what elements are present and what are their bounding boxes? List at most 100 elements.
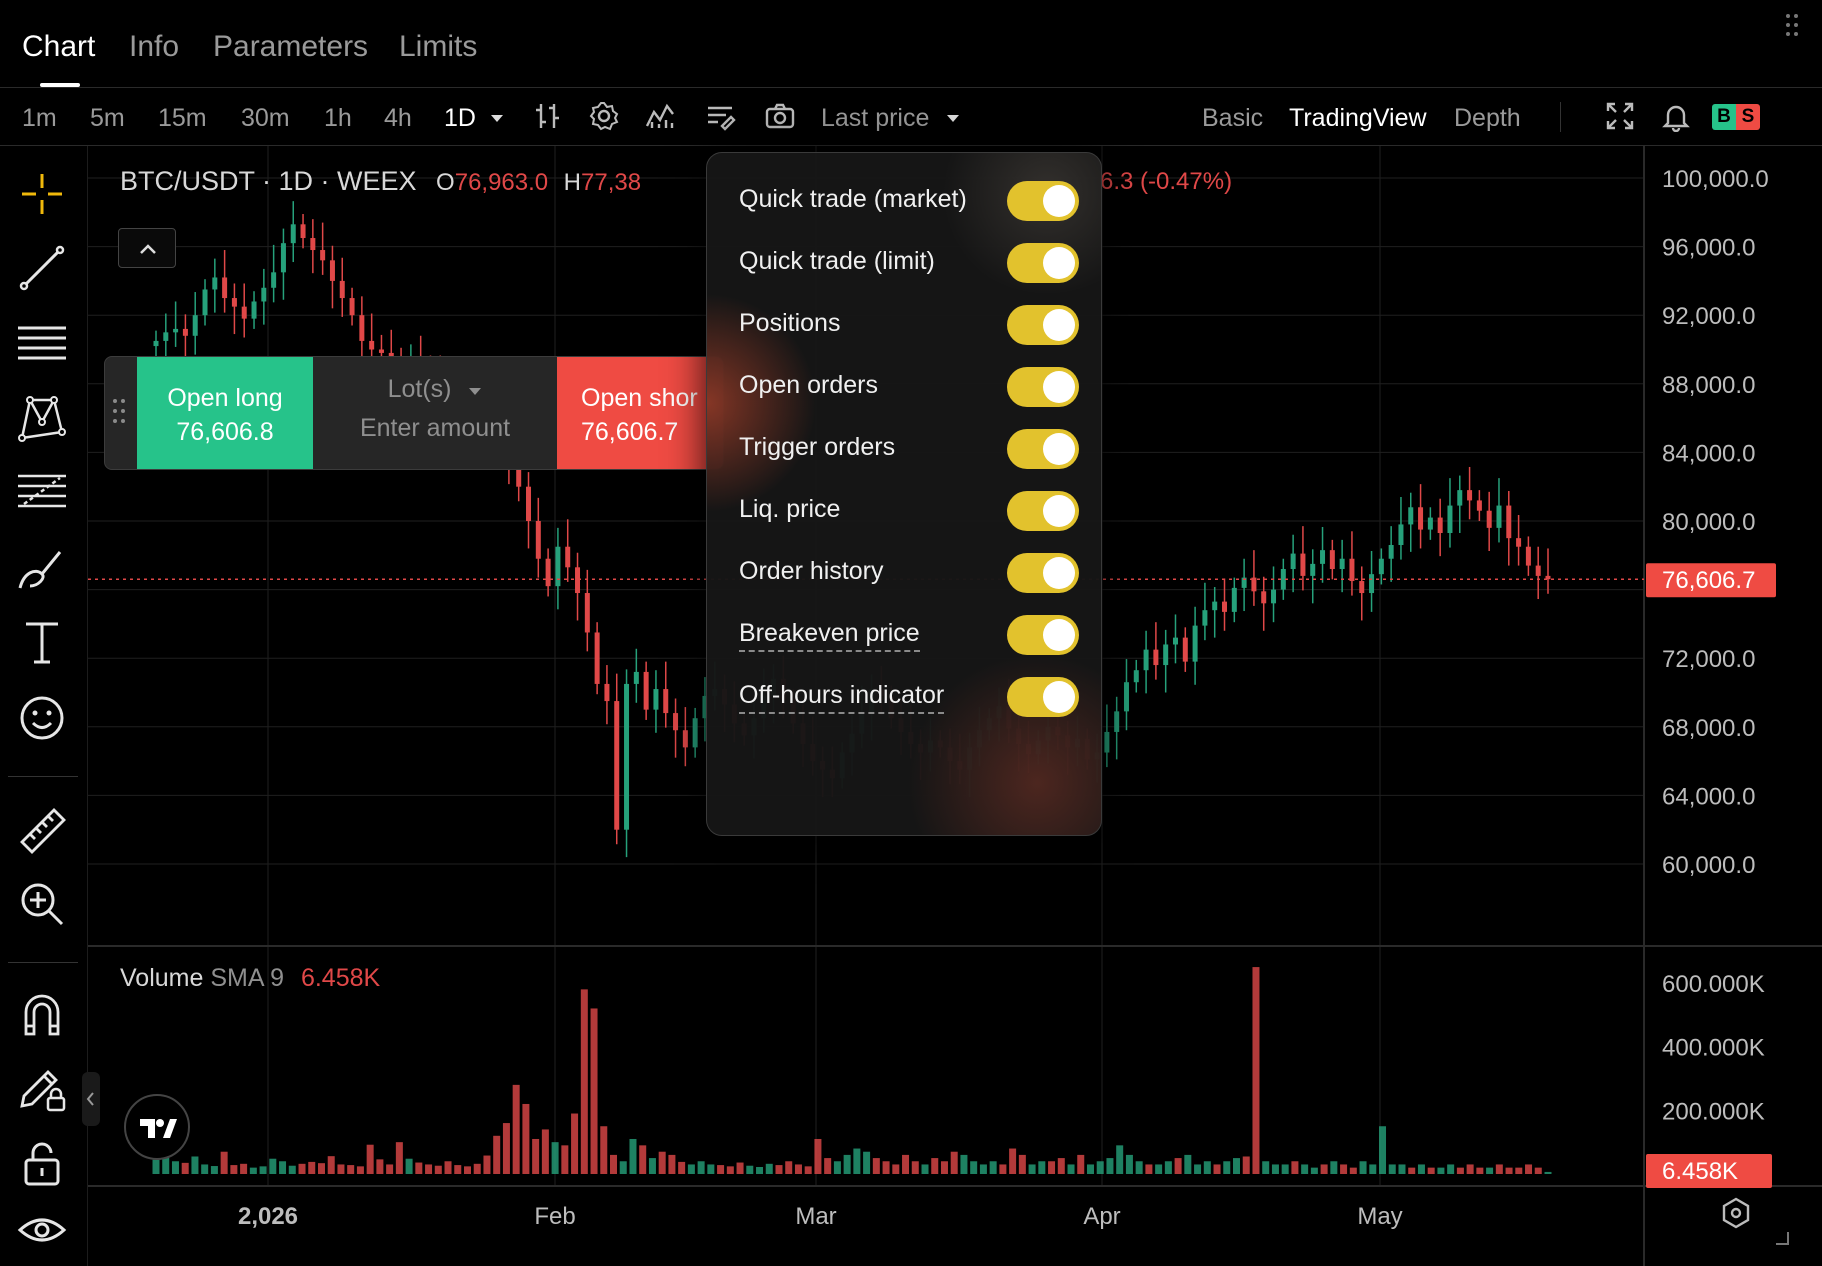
amount-input[interactable]: Enter amount (313, 414, 557, 443)
candle-body (692, 718, 698, 748)
sidebar-toggle[interactable] (82, 1072, 100, 1126)
measure-tool[interactable] (16, 804, 68, 856)
setting-toggle[interactable] (1007, 243, 1079, 283)
last-volume-label: 6.458K (1662, 1158, 1738, 1185)
timeframe-1h[interactable]: 1h (324, 104, 352, 133)
drag-handle-icon[interactable] (1786, 14, 1800, 40)
volume-bar (1116, 1145, 1124, 1174)
volume-bar (181, 1162, 189, 1174)
collapse-legend-button[interactable] (118, 228, 176, 268)
volume-bar (1359, 1161, 1367, 1174)
volume-bar (736, 1162, 744, 1174)
setting-label: Quick trade (market) (739, 185, 967, 213)
high-label: H (563, 169, 581, 196)
zoom-tool[interactable] (16, 878, 68, 930)
candle-body (633, 671, 639, 684)
candle-body (163, 332, 169, 341)
drawing-tools-sidebar (0, 146, 88, 1266)
timeframe-15m[interactable]: 15m (158, 104, 207, 133)
lock-drawings-tool[interactable] (16, 1062, 68, 1114)
view-basic[interactable]: Basic (1202, 104, 1263, 133)
setting-toggle[interactable] (1007, 677, 1079, 717)
volume-bar (1369, 1164, 1377, 1174)
setting-toggle[interactable] (1007, 367, 1079, 407)
magnet-tool[interactable] (16, 988, 68, 1040)
crosshair-tool[interactable] (16, 168, 68, 220)
timeframe-5m[interactable]: 5m (90, 104, 125, 133)
fullscreen-icon[interactable] (1604, 100, 1636, 132)
time-axis-label: Feb (534, 1203, 575, 1230)
visibility-tool[interactable] (16, 1204, 68, 1256)
setting-toggle[interactable] (1007, 305, 1079, 345)
axis-settings-icon[interactable] (1722, 1197, 1750, 1229)
tab-parameters[interactable]: Parameters (213, 30, 368, 64)
volume-bar (483, 1155, 491, 1174)
candle-body (1153, 649, 1159, 666)
timeframe-dropdown-icon[interactable] (490, 114, 504, 124)
setting-toggle[interactable] (1007, 181, 1079, 221)
open-long-button[interactable]: Open long 76,606.8 (137, 357, 313, 469)
fib-lines-icon (18, 326, 66, 360)
volume-bar (1301, 1164, 1309, 1174)
buy-sell-badge[interactable]: B S (1712, 104, 1760, 130)
smiley-icon (20, 696, 64, 740)
candle-body (339, 280, 345, 299)
horizontal-lines-tool[interactable] (16, 318, 68, 370)
bar-style-icon[interactable] (532, 100, 564, 132)
view-tradingview[interactable]: TradingView (1289, 104, 1427, 133)
volume-bar (902, 1154, 910, 1174)
chart-toolbar: 1m 5m 15m 30m 1h 4h 1D Last price Basic … (0, 88, 1822, 146)
top-tab-bar: Chart Info Parameters Limits (0, 0, 1822, 88)
tab-chart[interactable]: Chart (22, 30, 95, 64)
price-source-dropdown-icon[interactable] (946, 114, 960, 124)
tab-limits[interactable]: Limits (399, 30, 477, 64)
price-source-select[interactable]: Last price (821, 104, 929, 133)
candle-body (1300, 553, 1306, 576)
candle-body (359, 315, 365, 341)
timeframe-1m[interactable]: 1m (22, 104, 57, 133)
lots-select[interactable]: Lot(s) (313, 375, 557, 404)
forecast-tool[interactable] (16, 466, 68, 518)
timeframe-1d[interactable]: 1D (444, 104, 476, 133)
volume-bar (989, 1161, 997, 1174)
volume-bar (814, 1138, 822, 1174)
volume-bar (1028, 1164, 1036, 1174)
candle-body (614, 701, 620, 830)
timeframe-30m[interactable]: 30m (241, 104, 290, 133)
templates-icon[interactable] (704, 100, 736, 132)
volume-bar (240, 1163, 248, 1174)
emoji-tool[interactable] (16, 692, 68, 744)
volume-bar (921, 1164, 929, 1174)
chevron-up-icon (140, 244, 156, 254)
setting-toggle[interactable] (1007, 615, 1079, 655)
candle-body (575, 567, 581, 594)
setting-row: Open orders (739, 367, 1079, 407)
pattern-tool[interactable] (16, 392, 68, 444)
tab-info[interactable]: Info (129, 30, 179, 64)
candle-body (1212, 601, 1218, 611)
setting-label[interactable]: Breakeven price (739, 619, 920, 652)
tradingview-logo[interactable] (124, 1094, 190, 1160)
bell-icon[interactable] (1660, 100, 1692, 132)
brush-tool[interactable] (16, 542, 68, 594)
candle-body (1192, 625, 1198, 662)
setting-toggle[interactable] (1007, 429, 1079, 469)
setting-toggle[interactable] (1007, 491, 1079, 531)
setting-toggle[interactable] (1007, 553, 1079, 593)
toggle-knob (1043, 309, 1075, 341)
grip-icon[interactable] (113, 399, 127, 429)
volume-bar (1018, 1154, 1026, 1174)
open-short-button[interactable]: Open shor 76,606.7 (557, 357, 723, 469)
setting-row: Positions (739, 305, 1079, 345)
setting-label[interactable]: Off-hours indicator (739, 681, 945, 714)
timeframe-4h[interactable]: 4h (384, 104, 412, 133)
unlock-tool[interactable] (16, 1138, 68, 1190)
settings-gear-icon[interactable] (588, 100, 620, 132)
view-depth[interactable]: Depth (1454, 104, 1521, 133)
trend-line-tool[interactable] (16, 242, 68, 294)
open-value: 76,963.0 (454, 169, 549, 196)
camera-icon[interactable] (764, 100, 796, 132)
text-tool[interactable] (16, 616, 68, 668)
ruler-icon (20, 808, 66, 854)
indicators-icon[interactable] (644, 100, 676, 132)
